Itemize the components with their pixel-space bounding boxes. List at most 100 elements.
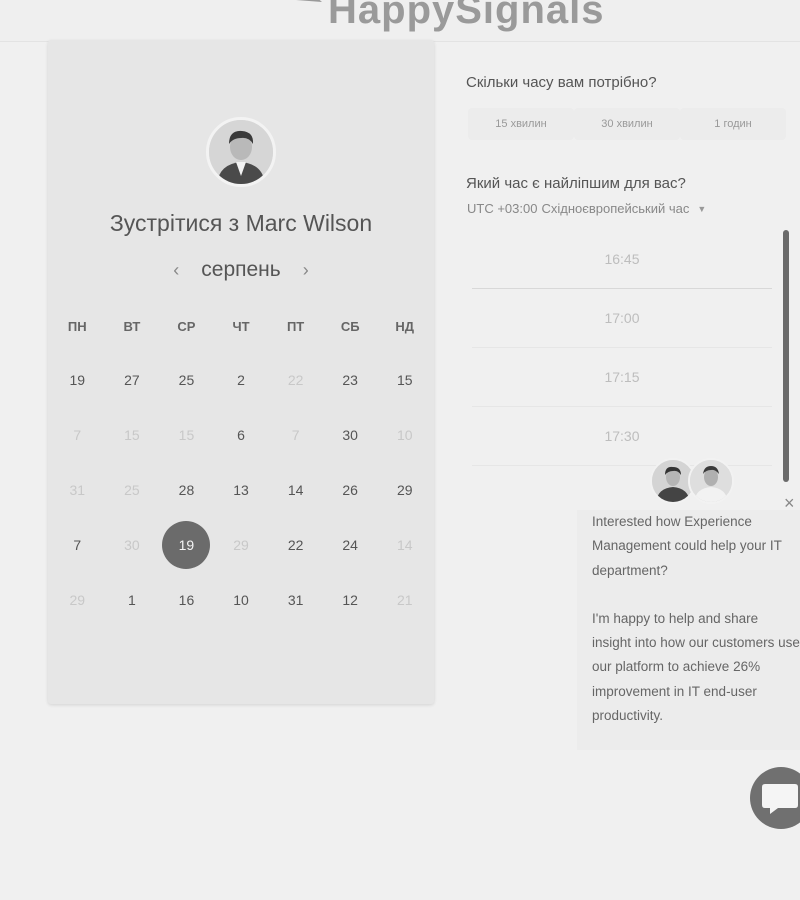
calendar-week-row: 29 1 16 10 31 12 21 <box>50 572 432 627</box>
timezone-selector[interactable]: UTC +03:00 Східноєвропейський час ▼ <box>467 201 706 216</box>
calendar-day[interactable]: 28 <box>159 463 214 518</box>
calendar-day[interactable]: 16 <box>159 572 214 627</box>
calendar-day: 22 <box>268 353 323 408</box>
booking-card: Зустрітися з Marc Wilson ‹ серпень › ПН … <box>48 40 434 704</box>
prev-month-chevron-icon[interactable]: ‹ <box>169 260 183 281</box>
weekday-label: ВТ <box>123 319 141 334</box>
agent-avatar <box>688 458 734 504</box>
calendar-day-number: 29 <box>69 591 86 608</box>
weekday-header: ПН ВТ СР ЧТ ПТ СБ НД <box>50 319 432 334</box>
calendar-day: 7 <box>268 408 323 463</box>
month-navigation: ‹ серпень › <box>48 258 434 282</box>
meeting-title: Зустрітися з Marc Wilson <box>109 210 373 236</box>
calendar-week-row: 7 15 15 6 7 30 10 <box>50 408 432 463</box>
calendar-week-row: 31 25 28 13 14 26 29 <box>50 463 432 518</box>
calendar-day-number: 25 <box>124 481 140 498</box>
calendar-day[interactable]: 25 <box>159 353 214 408</box>
calendar-day-number: 15 <box>124 427 140 444</box>
duration-option-15[interactable]: 15 хвилин <box>468 108 574 140</box>
timezone-offset: UTC +03:00 <box>467 201 538 216</box>
calendar-day[interactable]: 15 <box>377 353 432 408</box>
calendar-week-row: 19 27 25 2 22 23 15 <box>50 353 432 408</box>
caret-down-icon: ▼ <box>697 203 707 214</box>
calendar-day[interactable]: 10 <box>214 572 269 627</box>
current-month-label: серпень <box>201 258 281 281</box>
calendar-day[interactable]: 1 <box>105 572 160 627</box>
duration-options: 15 хвилин 30 хвилин 1 годин <box>468 108 786 140</box>
weekday-label: ЧТ <box>232 319 250 334</box>
calendar-day-number: 7 <box>73 427 82 444</box>
calendar-day-number: 29 <box>396 481 413 498</box>
calendar-day-number: 30 <box>342 427 358 444</box>
timezone-name: Східноєвропейський час <box>541 201 690 216</box>
calendar-day-number: 6 <box>237 427 245 444</box>
chat-agent-avatars <box>650 458 740 508</box>
chat-launcher-button[interactable] <box>750 767 800 829</box>
calendar-day[interactable]: 22 <box>268 517 323 572</box>
calendar-day[interactable]: 23 <box>323 353 378 408</box>
calendar-day-number: 12 <box>342 591 358 608</box>
time-slot-list: 16:45 17:00 17:15 17:30 <box>472 230 772 466</box>
calendar-day[interactable]: 6 <box>214 408 269 463</box>
calendar-day[interactable]: 24 <box>323 517 378 572</box>
calendar-day-number: 15 <box>178 427 195 444</box>
header-bar: HappySignals <box>0 0 800 42</box>
calendar-day-number: 28 <box>178 481 195 498</box>
calendar-day: 15 <box>105 408 160 463</box>
calendar-day-number: 31 <box>287 591 304 608</box>
calendar-day-selected[interactable]: 19 <box>159 517 214 572</box>
calendar-day-number: 13 <box>233 481 249 498</box>
calendar-day[interactable]: 29 <box>377 463 432 518</box>
calendar-day[interactable]: 27 <box>105 353 160 408</box>
calendar-day-number: 14 <box>396 536 413 553</box>
calendar-day[interactable]: 14 <box>268 463 323 518</box>
duration-option-60[interactable]: 1 годин <box>680 108 786 140</box>
time-slot-scrollbar[interactable] <box>783 230 789 482</box>
calendar-day-number: 22 <box>287 536 304 553</box>
calendar-day[interactable]: 31 <box>268 572 323 627</box>
weekday-label: СР <box>177 319 196 334</box>
calendar-day[interactable]: 2 <box>214 353 269 408</box>
host-avatar <box>206 117 276 187</box>
calendar-day: 30 <box>105 517 160 572</box>
calendar-day-number: 26 <box>342 481 358 498</box>
calendar-day-number: 29 <box>233 536 249 553</box>
calendar-day-number: 14 <box>287 481 304 498</box>
calendar-day: 14 <box>377 517 432 572</box>
next-month-chevron-icon[interactable]: › <box>299 260 313 281</box>
calendar-day: 29 <box>214 517 269 572</box>
calendar-day-number: 25 <box>178 372 195 389</box>
calendar-day-number: 2 <box>237 372 245 389</box>
brand-logo[interactable]: HappySignals <box>252 0 605 30</box>
calendar-day[interactable]: 30 <box>323 408 378 463</box>
time-slot[interactable]: 16:45 <box>472 230 772 289</box>
calendar-day-number: 31 <box>69 481 86 498</box>
calendar-day: 21 <box>377 572 432 627</box>
calendar-day: 7 <box>50 408 105 463</box>
calendar-day[interactable]: 13 <box>214 463 269 518</box>
calendar-day-number: 10 <box>396 427 413 444</box>
chat-paragraph: Interested how Experience Management cou… <box>592 514 782 578</box>
calendar-day[interactable]: 12 <box>323 572 378 627</box>
calendar-day-number: 27 <box>124 372 140 389</box>
calendar-day-number: 21 <box>396 591 413 608</box>
calendar-day-number: 19 <box>162 520 211 569</box>
calendar-day-number: 15 <box>396 372 413 389</box>
calendar-day-number: 24 <box>342 536 358 553</box>
calendar-day[interactable]: 19 <box>50 353 105 408</box>
duration-option-30[interactable]: 30 хвилин <box>574 108 680 140</box>
chat-message-bubble: Interested how Experience Management cou… <box>577 510 800 750</box>
chat-bubble-icon <box>762 784 798 814</box>
calendar-day[interactable]: 7 <box>50 517 105 572</box>
calendar-day: 29 <box>50 572 105 627</box>
time-slot[interactable]: 17:15 <box>472 348 772 407</box>
calendar-day: 10 <box>377 408 432 463</box>
brand-name: HappySignals <box>328 0 605 32</box>
calendar-day-number: 30 <box>124 536 140 553</box>
calendar-day-number: 10 <box>233 591 249 608</box>
calendar-day-number: 1 <box>127 591 136 608</box>
calendar-day: 25 <box>105 463 160 518</box>
calendar-week-row: 7 30 19 29 22 24 14 <box>50 517 432 572</box>
calendar-day[interactable]: 26 <box>323 463 378 518</box>
time-slot[interactable]: 17:00 <box>472 289 772 348</box>
